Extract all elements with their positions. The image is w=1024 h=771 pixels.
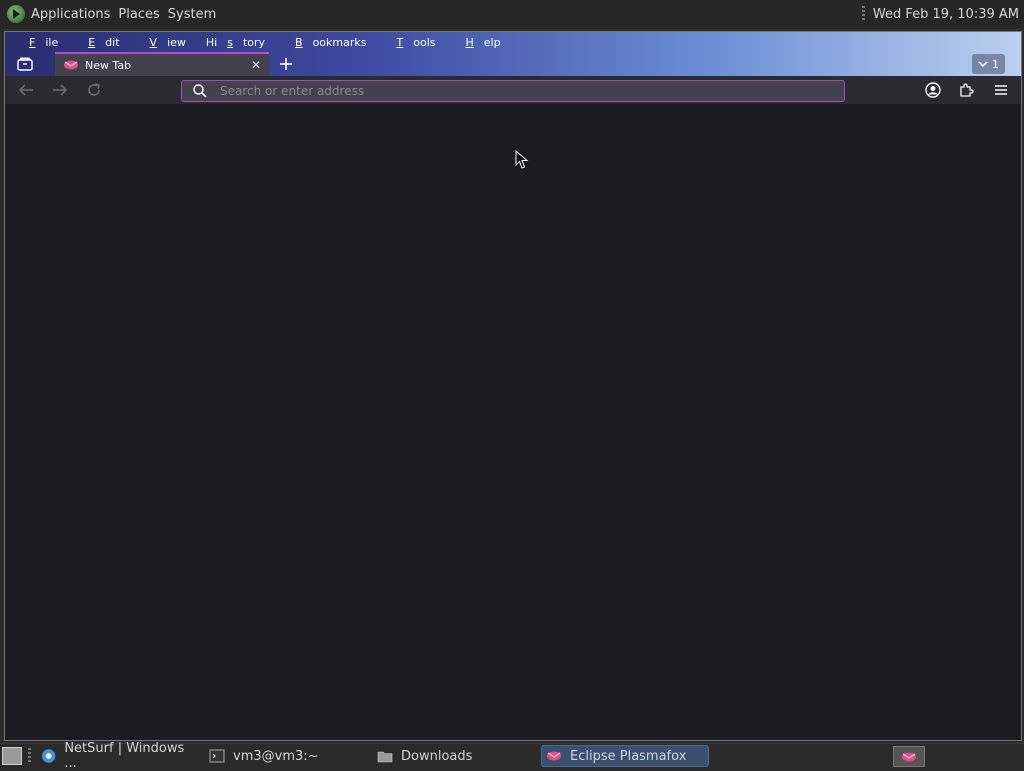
folder-icon: [377, 751, 393, 763]
page-content-area[interactable]: [5, 104, 1021, 740]
forward-arrow-icon: [53, 84, 68, 96]
bottom-taskbar: NetSurf | Windows ... vm3@vm3:~ Download…: [0, 741, 1024, 771]
panel-menu-system[interactable]: System: [168, 7, 216, 22]
task-netsurf[interactable]: NetSurf | Windows ...: [37, 741, 199, 771]
tab-overview-icon: [17, 57, 33, 71]
menu-bookmarks[interactable]: Bookmarks: [278, 36, 369, 49]
task-downloads[interactable]: Downloads: [373, 745, 535, 767]
menu-file[interactable]: File: [12, 36, 61, 49]
search-icon: [193, 84, 207, 98]
tab-strip: New Tab ✕ 1: [5, 52, 1021, 76]
panel-menu-applications[interactable]: Applications: [31, 7, 110, 22]
address-input[interactable]: [220, 84, 844, 98]
back-arrow-icon: [18, 84, 33, 96]
tab-new-tab[interactable]: New Tab ✕: [55, 52, 269, 76]
taskbar-grip-handle[interactable]: [28, 748, 31, 764]
new-tab-button[interactable]: [275, 53, 297, 75]
tab-close-icon[interactable]: ✕: [249, 58, 263, 72]
reload-button[interactable]: [77, 78, 111, 102]
globe-icon: [41, 749, 56, 763]
distro-logo-icon[interactable]: [7, 5, 25, 23]
back-button[interactable]: [9, 78, 43, 102]
tray-plasmafox[interactable]: [893, 746, 925, 767]
task-terminal[interactable]: vm3@vm3:~: [205, 745, 367, 767]
show-desktop-icon[interactable]: [2, 747, 22, 765]
browser-menubar: File Edit View Hi s tory Bookmarks Tools H…: [5, 32, 507, 52]
account-button[interactable]: [921, 79, 945, 101]
task-plasmafox[interactable]: Eclipse Plasmafox: [541, 745, 709, 767]
list-all-tabs-button[interactable]: 1: [972, 54, 1005, 74]
reload-icon: [88, 83, 100, 96]
address-bar[interactable]: [181, 80, 845, 102]
panel-grip-handle[interactable]: [861, 6, 865, 22]
puzzle-piece-icon: [960, 83, 974, 97]
navigation-toolbar: [5, 76, 1021, 104]
extensions-button[interactable]: [955, 79, 979, 101]
plasmafox-icon: [64, 60, 78, 70]
plus-icon: [280, 58, 292, 70]
task-label: NetSurf | Windows ...: [64, 741, 185, 771]
menu-tools[interactable]: Tools: [380, 36, 439, 49]
tabs-count: 1: [992, 57, 999, 71]
forward-button[interactable]: [43, 78, 77, 102]
toolbar-right: [921, 79, 1013, 101]
plasmafox-tray-icon: [902, 752, 916, 761]
terminal-icon: [209, 749, 225, 763]
app-menu-button[interactable]: [989, 79, 1013, 101]
menu-view[interactable]: View: [133, 36, 189, 49]
panel-menu-places[interactable]: Places: [118, 7, 159, 22]
menu-edit[interactable]: Edit: [71, 36, 122, 49]
browser-titlebar: File Edit View Hi s tory Bookmarks Tools H…: [5, 32, 1021, 76]
panel-clock[interactable]: Wed Feb 19, 10:39 AM: [873, 7, 1019, 22]
task-label: Downloads: [401, 748, 473, 764]
task-label: Eclipse Plasmafox: [570, 748, 687, 764]
menu-help[interactable]: Help: [448, 36, 503, 49]
tab-title: New Tab: [85, 58, 132, 72]
menu-history[interactable]: Hi s tory: [199, 36, 268, 49]
tab-overview-button[interactable]: [13, 54, 37, 74]
chevron-down-icon: [978, 61, 988, 68]
browser-window: File Edit View Hi s tory Bookmarks Tools H…: [4, 31, 1022, 741]
top-panel: Applications Places System Wed Feb 19, 1…: [0, 0, 1024, 28]
account-icon: [925, 82, 941, 98]
hamburger-menu-icon: [995, 85, 1007, 95]
task-label: vm3@vm3:~: [233, 748, 319, 764]
mouse-pointer-icon: [515, 150, 529, 169]
plasmafox-icon: [547, 751, 561, 761]
